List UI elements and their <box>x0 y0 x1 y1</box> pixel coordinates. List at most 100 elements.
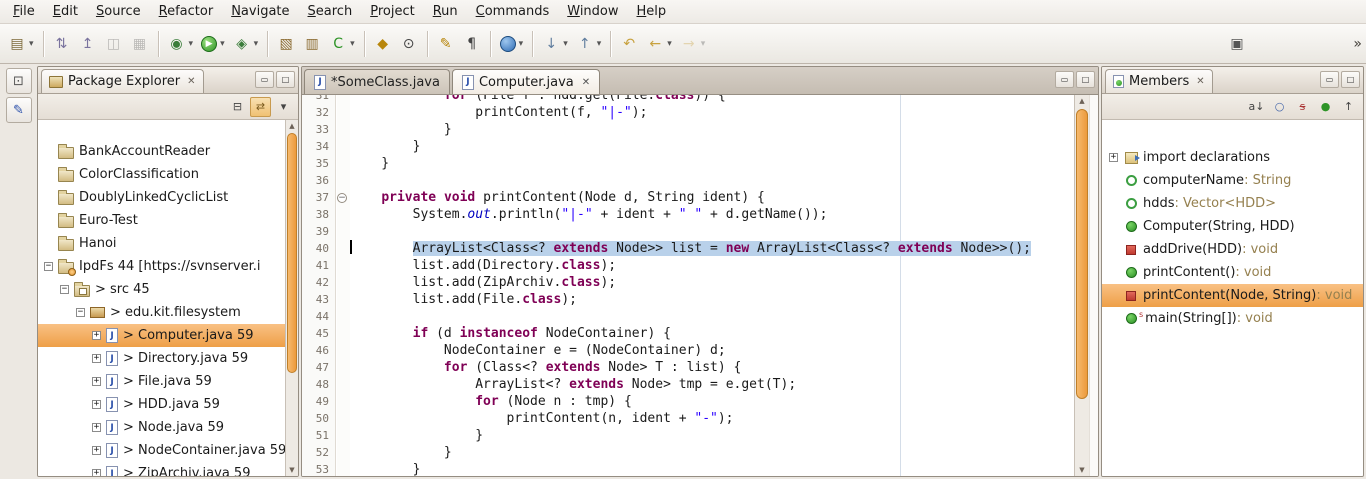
search-button[interactable]: ⊙ <box>396 29 422 59</box>
members-tab[interactable]: Members ✕ <box>1105 69 1213 93</box>
expand-icon[interactable]: + <box>92 423 101 432</box>
member-printcontent-node-string[interactable]: printContent(Node, String) : void <box>1102 284 1363 307</box>
toolbar-overflow-chevron[interactable]: » <box>1353 36 1362 52</box>
last-edit-location-button[interactable]: ↶ <box>616 29 642 59</box>
tree-item-directory-java-59[interactable]: +J> Directory.java 59 <box>38 347 298 370</box>
scrollbar-thumb[interactable] <box>1076 109 1088 399</box>
minimize-view-button[interactable]: ▭ <box>255 71 274 88</box>
dropdown-arrow-icon[interactable]: ▾ <box>667 39 672 49</box>
member-hdds[interactable]: hdds : Vector<HDD> <box>1102 192 1363 215</box>
tree-item-doublylinkedcycliclist[interactable]: DoublyLinkedCyclicList <box>38 186 298 209</box>
minimize-editor-button[interactable]: ▭ <box>1055 71 1074 88</box>
code-line-47[interactable]: 47 for (Class<? extends Node> T : list) … <box>302 359 1074 376</box>
code-line-43[interactable]: 43 list.add(File.class); <box>302 291 1074 308</box>
menu-project[interactable]: Project <box>361 2 424 22</box>
maximize-view-button[interactable]: □ <box>276 71 295 88</box>
tree-item-node-java-59[interactable]: +J> Node.java 59 <box>38 416 298 439</box>
tree-item-ziparchiv-java-59[interactable]: +J> ZipArchiv.java 59 <box>38 462 298 476</box>
editor[interactable]: 31 for (File f : hdd.get(File.class)) { 3… <box>302 95 1098 476</box>
dropdown-arrow-icon[interactable]: ▾ <box>563 39 568 49</box>
menu-search[interactable]: Search <box>299 2 362 22</box>
code-line-39[interactable]: 39 <box>302 223 1074 240</box>
close-view-icon[interactable]: ✕ <box>1196 76 1204 87</box>
hide-non-public-members-button[interactable]: ● <box>1315 97 1336 117</box>
code-line-50[interactable]: 50 printContent(n, ident + "-"); <box>302 410 1074 427</box>
scroll-down-icon[interactable]: ▼ <box>286 466 298 474</box>
restore-view-button[interactable]: ⊡ <box>6 68 32 94</box>
expand-icon[interactable]: + <box>1109 153 1118 162</box>
menu-help[interactable]: Help <box>628 2 676 22</box>
sort-members-button[interactable]: a↓ <box>1246 97 1267 117</box>
member-main-string[interactable]: smain(String[]) : void <box>1102 307 1363 330</box>
code-line-53[interactable]: 53 } <box>302 461 1074 476</box>
code-line-35[interactable]: 35 } <box>302 155 1074 172</box>
code-line-49[interactable]: 49 for (Node n : tmp) { <box>302 393 1074 410</box>
close-view-icon[interactable]: ✕ <box>187 76 195 87</box>
tree-item-computer-java-59[interactable]: +J> Computer.java 59 <box>38 324 298 347</box>
code-line-37[interactable]: 37− private void printContent(Node d, St… <box>302 189 1074 206</box>
hide-static-members-button[interactable]: s <box>1292 97 1313 117</box>
next-annotation-button[interactable]: ↓▾ <box>538 29 572 59</box>
dropdown-arrow-icon[interactable]: ▾ <box>701 39 706 49</box>
code-line-48[interactable]: 48 ArrayList<? extends Node> tmp = e.get… <box>302 376 1074 393</box>
tree-item-edu-kit-filesystem[interactable]: −> edu.kit.filesystem <box>38 301 298 324</box>
mark-occurrences-button[interactable]: ✎ <box>433 29 459 59</box>
collapse-region-icon[interactable]: − <box>337 193 347 203</box>
dropdown-arrow-icon[interactable]: ▾ <box>519 39 524 49</box>
hide-fields-button[interactable]: ○ <box>1269 97 1290 117</box>
dropdown-arrow-icon[interactable]: ▾ <box>29 39 34 49</box>
export-jar-button[interactable]: ◆ <box>370 29 396 59</box>
collapse-all-button[interactable]: ⊟ <box>227 97 248 117</box>
forward-button[interactable]: →▾ <box>676 29 710 59</box>
previous-annotation-button[interactable]: ↑▾ <box>572 29 606 59</box>
menu-commands[interactable]: Commands <box>467 2 559 22</box>
dropdown-arrow-icon[interactable]: ▾ <box>597 39 602 49</box>
editor-tab-computer-java[interactable]: JComputer.java✕ <box>452 69 600 94</box>
code-line-46[interactable]: 46 NodeContainer e = (NodeContainer) d; <box>302 342 1074 359</box>
collapse-icon[interactable]: − <box>76 308 85 317</box>
maximize-editor-button[interactable]: □ <box>1076 71 1095 88</box>
expand-icon[interactable]: + <box>92 446 101 455</box>
expand-icon[interactable]: + <box>92 331 101 340</box>
menu-navigate[interactable]: Navigate <box>222 2 298 22</box>
tree-item-colorclassification[interactable]: ColorClassification <box>38 163 298 186</box>
scrollbar-thumb[interactable] <box>287 133 297 373</box>
editor-scrollbar[interactable]: ▲ ▼ <box>1074 95 1089 476</box>
member-printcontent[interactable]: printContent() : void <box>1102 261 1363 284</box>
code-line-42[interactable]: 42 list.add(ZipArchiv.class); <box>302 274 1074 291</box>
code-line-44[interactable]: 44 <box>302 308 1074 325</box>
scroll-up-icon[interactable]: ▲ <box>1075 97 1089 105</box>
dropdown-arrow-icon[interactable]: ▾ <box>220 39 225 49</box>
menu-run[interactable]: Run <box>424 2 467 22</box>
scroll-up-icon[interactable]: ▲ <box>286 122 298 130</box>
code-line-31[interactable]: 31 for (File f : hdd.get(File.class)) { <box>302 95 1074 104</box>
minimize-view-button[interactable]: ▭ <box>1320 71 1339 88</box>
expand-icon[interactable]: + <box>92 377 101 386</box>
tree-item-bankaccountreader[interactable]: BankAccountReader <box>38 140 298 163</box>
menu-refactor[interactable]: Refactor <box>150 2 223 22</box>
minimized-view-button[interactable]: ✎ <box>6 97 32 123</box>
pin-editor-button[interactable]: ▣ <box>1224 29 1250 59</box>
tree-item-hanoi[interactable]: Hanoi <box>38 232 298 255</box>
tree-item-src-45[interactable]: −> src 45 <box>38 278 298 301</box>
web-browser-button[interactable]: ▾ <box>496 29 528 59</box>
commit-button[interactable]: ↥ <box>75 29 101 59</box>
dropdown-arrow-icon[interactable]: ▾ <box>254 39 259 49</box>
code-line-52[interactable]: 52 } <box>302 444 1074 461</box>
code-line-33[interactable]: 33 } <box>302 121 1074 138</box>
expand-icon[interactable]: + <box>92 400 101 409</box>
synchronize-button[interactable]: ⇅ <box>49 29 75 59</box>
overview-ruler[interactable] <box>1089 95 1098 476</box>
dropdown-arrow-icon[interactable]: ▾ <box>189 39 194 49</box>
link-with-editor-button[interactable]: ⇄ <box>250 97 271 117</box>
new-class-button[interactable]: C▾ <box>325 29 359 59</box>
run-button[interactable]: ▶▾ <box>197 29 229 59</box>
member-adddrive-hdd[interactable]: addDrive(HDD) : void <box>1102 238 1363 261</box>
member-computer-string-hdd[interactable]: Computer(String, HDD) <box>1102 215 1363 238</box>
save-button[interactable]: ◫ <box>101 29 127 59</box>
scroll-down-icon[interactable]: ▼ <box>1075 466 1089 474</box>
member-import-declarations[interactable]: +import declarations <box>1102 146 1363 169</box>
external-tools-button[interactable]: ◈▾ <box>229 29 263 59</box>
package-explorer-tab[interactable]: Package Explorer ✕ <box>41 69 204 93</box>
code-area[interactable]: 31 for (File f : hdd.get(File.class)) { 3… <box>302 95 1074 476</box>
